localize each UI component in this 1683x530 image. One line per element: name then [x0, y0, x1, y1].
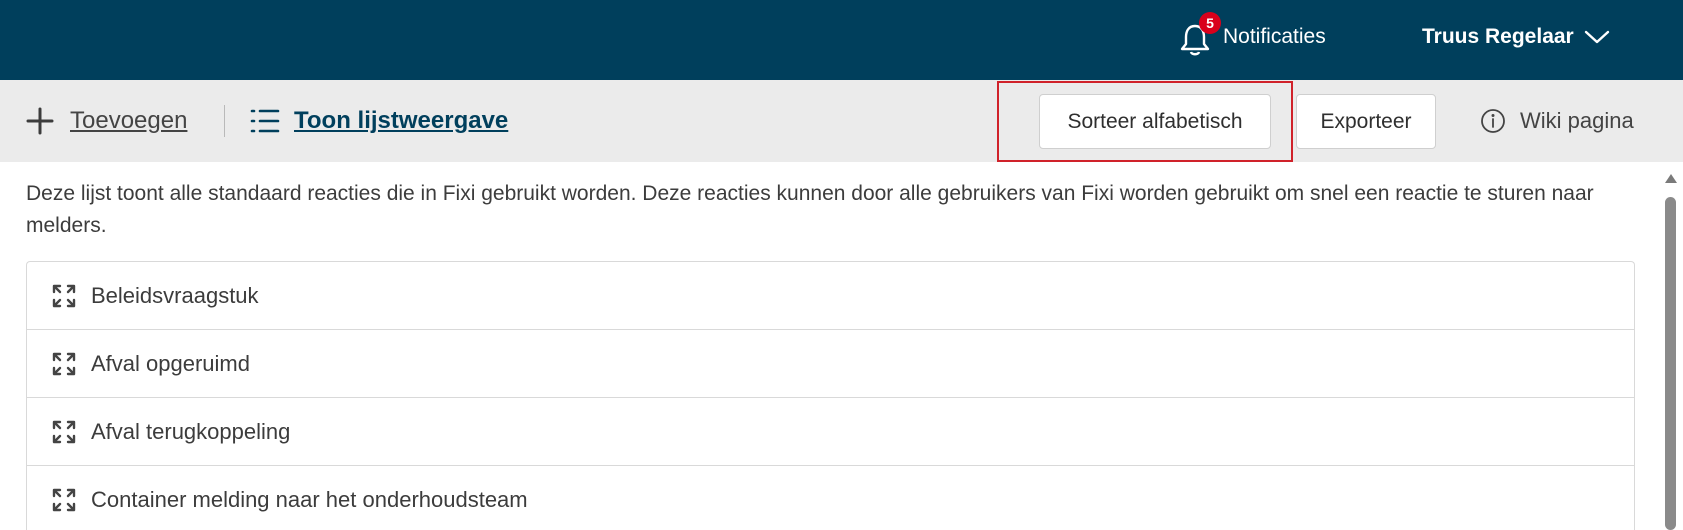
list-item-label: Beleidsvraagstuk: [91, 282, 259, 308]
list-view-label: Toon lijstweergave: [294, 107, 509, 134]
page-description: Deze lijst toont alle standaard reacties…: [26, 182, 1594, 237]
plus-icon: [26, 107, 54, 135]
list-item[interactable]: Beleidsvraagstuk: [27, 262, 1634, 330]
list-view-link[interactable]: Toon lijstweergave: [250, 102, 508, 140]
list-icon: [250, 109, 280, 133]
add-button[interactable]: Toevoegen: [26, 102, 187, 140]
list-item-label: Container melding naar het onderhoudstea…: [91, 486, 528, 512]
expand-icon: [52, 284, 76, 307]
wiki-page-link[interactable]: Wiki pagina: [1480, 100, 1634, 142]
scrollbar-thumb[interactable]: [1665, 197, 1676, 530]
toolbar-divider: [224, 105, 225, 137]
user-menu[interactable]: Truus Regelaar: [1422, 12, 1610, 62]
info-icon: [1481, 109, 1505, 133]
list-item-label: Afval terugkoppeling: [91, 418, 291, 444]
export-button[interactable]: Exporteer: [1296, 94, 1436, 149]
list-item[interactable]: Container melding naar het onderhoudstea…: [27, 466, 1634, 530]
scroll-up-arrow[interactable]: [1665, 174, 1677, 183]
add-label: Toevoegen: [70, 107, 188, 134]
expand-icon: [52, 352, 76, 375]
sort-alphabetically-button[interactable]: Sorteer alfabetisch: [1039, 94, 1271, 149]
notifications-button[interactable]: 5 Notificaties: [1175, 12, 1326, 62]
expand-icon: [52, 488, 76, 511]
expand-icon: [52, 420, 76, 443]
wiki-page-label: Wiki pagina: [1520, 108, 1634, 133]
chevron-down-icon: [1584, 30, 1609, 44]
user-name: Truus Regelaar: [1422, 25, 1574, 48]
responses-list: Beleidsvraagstuk Afval opgeruimd Afval t…: [26, 261, 1635, 530]
notifications-label: Notificaties: [1223, 25, 1326, 48]
list-item-label: Afval opgeruimd: [91, 350, 250, 376]
list-item[interactable]: Afval terugkoppeling: [27, 398, 1634, 466]
list-item[interactable]: Afval opgeruimd: [27, 330, 1634, 398]
bell-icon: 5: [1175, 12, 1221, 62]
notification-count-badge: 5: [1199, 12, 1221, 34]
top-bar: 5 Notificaties Truus Regelaar: [0, 0, 1683, 80]
